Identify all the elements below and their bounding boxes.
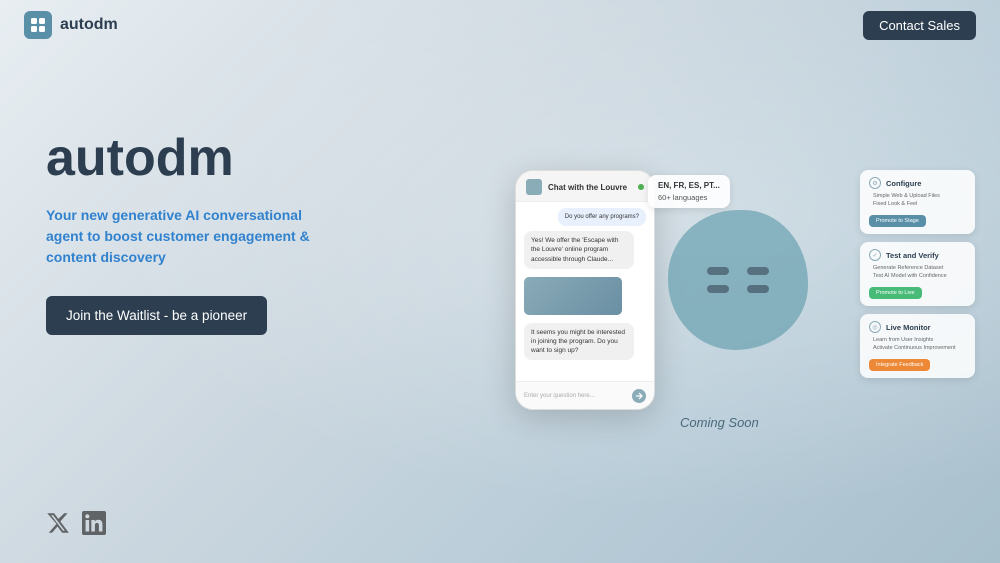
chat-bubble-user-1: Do you offer any programs?: [558, 208, 646, 226]
promote-to-live-button[interactable]: Promote to Live: [869, 287, 922, 299]
navbar: autodm Contact Sales: [0, 0, 1000, 50]
waitlist-button[interactable]: Join the Waitlist - be a pioneer: [46, 296, 267, 335]
pipeline-card-configure: ⚙ Configure Simple Web & Upload Files Fi…: [860, 170, 975, 234]
test-line-1: Generate Reference Dataset: [869, 265, 966, 271]
pipeline-test-header: ✓ Test and Verify: [869, 249, 966, 261]
phone-status-dot: [638, 184, 644, 190]
monitor-line-2: Activate Continuous Improvement: [869, 345, 966, 351]
pipeline-card-test: ✓ Test and Verify Generate Reference Dat…: [860, 242, 975, 306]
blob-mascot: [668, 210, 808, 350]
phone-header: Chat with the Louvre: [516, 171, 654, 202]
blob-shape: [668, 210, 808, 350]
phone-send-button[interactable]: [632, 389, 646, 403]
promote-to-stage-button[interactable]: Promote to Stage: [869, 215, 926, 227]
test-line-2: Test AI Model with Confidence: [869, 273, 966, 279]
social-icons: [46, 511, 106, 535]
integrate-feedback-button[interactable]: Integrate Feedback: [869, 359, 930, 371]
configure-line-2: Fixed Look & Feel: [869, 201, 966, 207]
monitor-icon: ◎: [869, 321, 881, 333]
chat-bubble-bot-1: Yes! We offer the 'Escape with the Louvr…: [524, 231, 634, 268]
blob-mouth-right: [747, 285, 769, 293]
hero-section: autodm Your new generative AI conversati…: [46, 130, 326, 335]
x-twitter-icon[interactable]: [46, 511, 70, 535]
pipeline-configure-header: ⚙ Configure: [869, 177, 966, 189]
language-codes: EN, FR, ES, PT...: [658, 180, 720, 192]
monitor-line-1: Learn from User Insights: [869, 337, 966, 343]
contact-sales-button[interactable]: Contact Sales: [863, 11, 976, 40]
configure-icon: ⚙: [869, 177, 881, 189]
blob-eye-left: [707, 267, 729, 275]
brand-name: autodm: [60, 16, 118, 34]
hero-title: autodm: [46, 130, 326, 187]
test-icon: ✓: [869, 249, 881, 261]
language-description: 60+ languages: [658, 192, 720, 203]
chat-image: [524, 277, 622, 315]
logo-icon: [24, 11, 52, 39]
blob-mouth-left: [707, 285, 729, 293]
phone-header-title: Chat with the Louvre: [548, 183, 627, 192]
coming-soon-label: Coming Soon: [680, 415, 759, 430]
phone-header-icon: [526, 179, 542, 195]
configure-line-1: Simple Web & Upload Files: [869, 193, 966, 199]
pipeline-panel: ⚙ Configure Simple Web & Upload Files Fi…: [860, 170, 975, 378]
pipeline-monitor-header: ◎ Live Monitor: [869, 321, 966, 333]
phone-input-bar: Enter your question here...: [516, 381, 654, 409]
linkedin-icon[interactable]: [82, 511, 106, 535]
blob-eye-right: [747, 267, 769, 275]
blob-mouth-row: [707, 285, 769, 293]
phone-input-placeholder[interactable]: Enter your question here...: [524, 393, 627, 399]
configure-title: Configure: [886, 179, 921, 188]
blob-face: [707, 267, 769, 293]
blob-eyes: [707, 267, 769, 275]
hero-subtitle: Your new generative AI conversational ag…: [46, 205, 326, 268]
monitor-title: Live Monitor: [886, 323, 931, 332]
pipeline-card-monitor: ◎ Live Monitor Learn from User Insights …: [860, 314, 975, 378]
brand-logo: autodm: [24, 11, 118, 39]
chat-bubble-bot-2: It seems you might be interested in join…: [524, 323, 634, 360]
phone-chat-body: Do you offer any programs? Yes! We offer…: [516, 202, 654, 380]
test-title: Test and Verify: [886, 251, 939, 260]
language-badge: EN, FR, ES, PT... 60+ languages: [648, 175, 730, 208]
phone-mockup: Chat with the Louvre Do you offer any pr…: [515, 170, 655, 410]
